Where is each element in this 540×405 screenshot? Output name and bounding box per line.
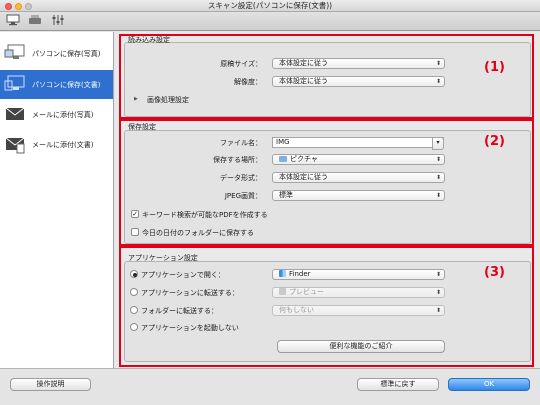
mail-photo-icon xyxy=(5,107,25,120)
toolbar xyxy=(0,12,540,31)
window-title: スキャン設定(パソコンに保存(文書)) xyxy=(207,1,333,10)
annotation-label-1: (1) xyxy=(484,60,505,75)
minimize-window-button[interactable] xyxy=(15,3,22,10)
sidebar-item-mail-document[interactable]: メールに添付(文書) xyxy=(0,130,113,159)
restore-defaults-button[interactable]: 標準に戻す xyxy=(357,378,439,391)
sidebar-item-label: メールに添付(写真) xyxy=(32,111,94,119)
annotation-label-2: (2) xyxy=(484,134,505,149)
sidebar: パソコンに保存(写真) パソコンに保存(文書) メールに添付(写真) メールに添… xyxy=(0,32,114,368)
sidebar-item-save-photo[interactable]: パソコンに保存(写真) xyxy=(0,39,113,68)
instructions-button[interactable]: 操作説明 xyxy=(10,378,91,391)
scanner-icon xyxy=(29,15,41,24)
bottom-bar: 操作説明 標準に戻す OK xyxy=(0,368,540,405)
close-window-button[interactable] xyxy=(5,3,12,10)
sidebar-item-label: パソコンに保存(文書) xyxy=(32,81,101,89)
sidebar-item-label: パソコンに保存(写真) xyxy=(32,50,101,58)
computer-photo-icon xyxy=(4,44,25,59)
title-bar: スキャン設定(パソコンに保存(文書)) xyxy=(0,0,540,12)
annotation-box-3 xyxy=(119,246,534,367)
ok-button[interactable]: OK xyxy=(448,378,530,391)
sidebar-item-save-document[interactable]: パソコンに保存(文書) xyxy=(0,70,113,99)
annotation-box-2 xyxy=(119,119,534,246)
annotation-box-1 xyxy=(119,34,534,119)
mail-document-icon xyxy=(5,137,25,154)
zoom-window-button[interactable] xyxy=(25,3,32,10)
scan-from-panel-tab[interactable] xyxy=(27,14,43,28)
scan-from-computer-tab[interactable] xyxy=(5,14,21,28)
annotation-label-3: (3) xyxy=(484,265,505,280)
computer-document-icon xyxy=(4,75,25,91)
sliders-icon xyxy=(52,15,64,25)
sidebar-item-mail-photo[interactable]: メールに添付(写真) xyxy=(0,100,113,129)
sidebar-item-label: メールに添付(文書) xyxy=(32,141,94,149)
computer-icon xyxy=(6,14,20,26)
general-settings-tab[interactable] xyxy=(49,14,65,28)
